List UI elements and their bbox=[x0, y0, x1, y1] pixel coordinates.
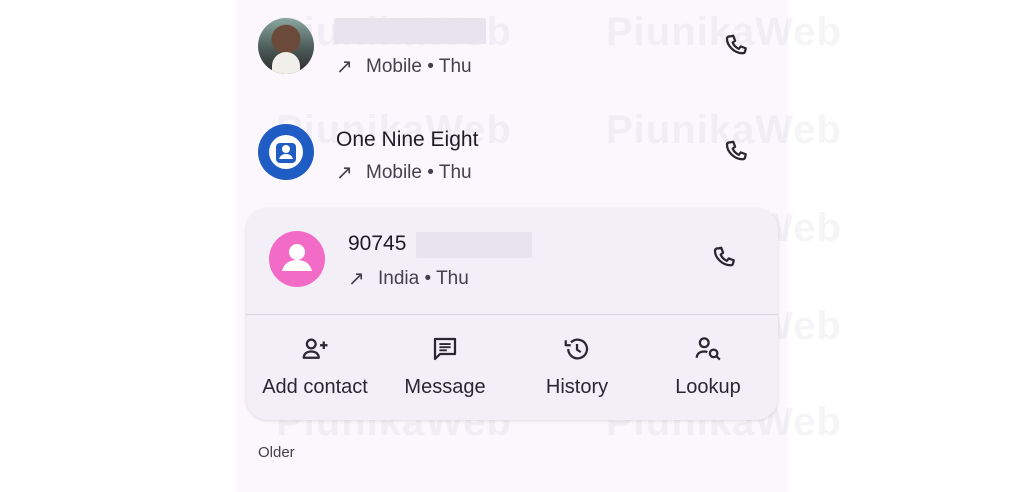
history-button[interactable]: History bbox=[512, 332, 642, 404]
call-log-item[interactable]: One Nine Eight ↗ Mobile • Thu bbox=[236, 104, 788, 204]
redacted-number bbox=[416, 232, 532, 258]
history-icon bbox=[564, 338, 589, 360]
contact-avatar bbox=[258, 124, 314, 180]
call-details: ↗ Mobile • Thu bbox=[336, 160, 472, 185]
outgoing-arrow-icon: ↗ bbox=[348, 268, 365, 290]
call-detail-text: Mobile • Thu bbox=[366, 161, 472, 183]
message-button[interactable]: Message bbox=[380, 332, 510, 404]
phone-icon[interactable] bbox=[722, 32, 752, 62]
call-detail-text: Mobile • Thu bbox=[366, 55, 472, 77]
message-label: Message bbox=[404, 376, 486, 398]
outgoing-arrow-icon: ↗ bbox=[336, 162, 353, 184]
lookup-label: Lookup bbox=[675, 376, 741, 398]
add-contact-label: Add contact bbox=[262, 376, 368, 398]
person-search-icon bbox=[695, 337, 721, 361]
outgoing-arrow-icon: ↗ bbox=[336, 56, 353, 78]
history-label: History bbox=[545, 376, 609, 398]
call-log-list: PiunikaWeb PiunikaWeb PiunikaWeb Piunika… bbox=[236, 0, 841, 492]
call-details: ↗ India • Thu bbox=[348, 266, 469, 291]
person-icon bbox=[269, 135, 303, 169]
contact-avatar bbox=[269, 231, 325, 287]
phone-icon[interactable] bbox=[722, 138, 752, 168]
contact-photo-avatar bbox=[258, 18, 314, 74]
contact-name: One Nine Eight bbox=[336, 128, 479, 151]
redacted-name bbox=[334, 18, 486, 44]
lookup-button[interactable]: Lookup bbox=[643, 332, 773, 404]
call-detail-text: India • Thu bbox=[378, 267, 469, 289]
call-details: ↗ Mobile • Thu bbox=[336, 54, 472, 79]
person-icon bbox=[282, 244, 312, 271]
message-icon bbox=[433, 337, 457, 361]
section-header-older: Older bbox=[258, 444, 295, 461]
expanded-call-card: 90745 ↗ India • Thu Add contact Message bbox=[246, 208, 778, 420]
contact-number: 90745 bbox=[348, 232, 407, 255]
add-contact-button[interactable]: Add contact bbox=[250, 332, 380, 404]
add-person-icon bbox=[302, 338, 328, 359]
phone-icon[interactable] bbox=[710, 244, 740, 274]
call-log-item[interactable]: ↗ Mobile • Thu bbox=[236, 0, 788, 100]
divider bbox=[246, 314, 778, 315]
